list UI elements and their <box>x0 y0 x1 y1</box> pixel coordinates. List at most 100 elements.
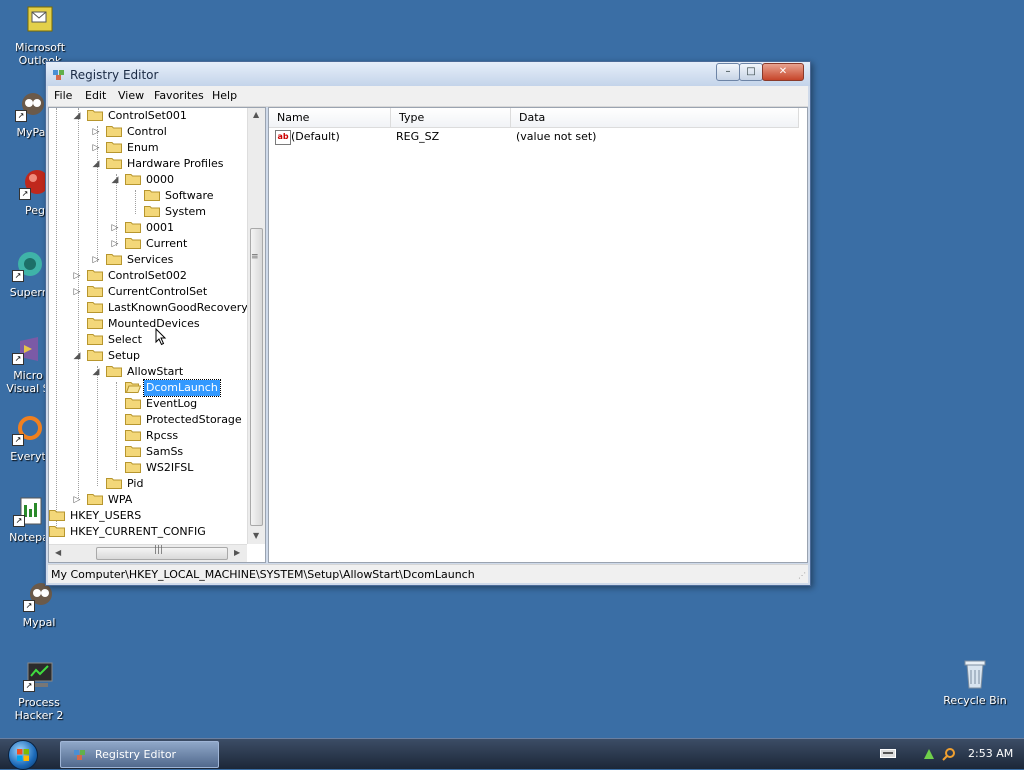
registry-editor-icon <box>53 70 64 80</box>
expander-icon[interactable]: ▷ <box>73 492 81 508</box>
expander-icon[interactable]: ◢ <box>92 364 100 380</box>
window-title: Registry Editor <box>70 68 159 82</box>
expander-icon[interactable]: ◢ <box>73 348 81 364</box>
expander-icon[interactable]: ◢ <box>92 156 100 172</box>
column-header-data[interactable]: Data <box>511 108 799 128</box>
maximize-button[interactable]: □ <box>739 63 763 81</box>
tree-node-label: Setup <box>108 349 141 362</box>
menu-help[interactable]: Help <box>212 89 237 102</box>
expander-icon[interactable]: ▷ <box>111 236 119 252</box>
desktop-icon-label: Recycle Bin <box>943 694 1007 707</box>
folder-icon <box>144 206 160 217</box>
tree-node-label: ControlSet001 <box>108 109 187 122</box>
close-button[interactable]: ✕ <box>762 63 804 81</box>
desktop-icon-microsoft-outlook[interactable]: Microsoft Outlook <box>2 5 78 67</box>
menu-file[interactable]: File <box>54 89 72 102</box>
shortcut-arrow-icon: ↗ <box>12 434 24 446</box>
tree-horizontal-scrollbar[interactable]: ◀ ||| ▶ <box>49 544 247 562</box>
shortcut-arrow-icon: ↗ <box>23 680 35 692</box>
values-list[interactable]: Name Type Data ab (Default) REG_SZ (valu… <box>268 107 808 563</box>
grip-icon: ≡ <box>251 252 259 262</box>
clock[interactable]: 2:53 AM <box>968 747 1013 760</box>
folder-icon <box>87 270 103 281</box>
registry-editor-window: Registry Editor – □ ✕ File Edit View Fav… <box>45 61 811 586</box>
tree-node-label: EventLog <box>146 397 198 410</box>
superr-icon: ↗ <box>12 250 44 282</box>
scroll-right-icon[interactable]: ▶ <box>234 548 240 557</box>
folder-icon <box>49 510 65 521</box>
taskbar-button-registry-editor[interactable]: Registry Editor <box>60 741 219 768</box>
scroll-left-icon[interactable]: ◀ <box>55 548 61 557</box>
menu-favorites[interactable]: Favorites <box>154 89 204 102</box>
tree-node-label-selected: DcomLaunch <box>143 379 221 397</box>
expander-icon[interactable]: ◢ <box>111 172 119 188</box>
expander-icon[interactable]: ▷ <box>111 220 119 236</box>
scroll-up-icon[interactable]: ▲ <box>253 110 259 119</box>
recycle-bin-icon <box>959 658 991 690</box>
tree-vertical-scrollbar[interactable]: ▲ ≡ ▼ <box>247 108 265 544</box>
minimize-button[interactable]: – <box>716 63 740 81</box>
tree-node-label: Hardware Profiles <box>127 157 224 170</box>
expander-icon[interactable]: ▷ <box>92 124 100 140</box>
value-type: REG_SZ <box>396 130 440 143</box>
process-hacker-icon: ↗ <box>23 660 55 692</box>
status-path: My Computer\HKEY_LOCAL_MACHINE\SYSTEM\Se… <box>51 568 475 581</box>
menu-view[interactable]: View <box>118 89 144 102</box>
column-header-name[interactable]: Name <box>269 108 391 128</box>
folder-icon <box>106 142 122 153</box>
folder-icon <box>125 398 141 409</box>
desktop-icon-recycle-bin[interactable]: Recycle Bin <box>937 658 1013 707</box>
tree-node-label: Pid <box>127 477 144 490</box>
desktop-icon-label: Mypal <box>22 616 56 629</box>
size-grip-icon[interactable]: ⋰ <box>798 571 806 580</box>
mypal-icon: ↗ <box>15 90 47 122</box>
scrollbar-thumb[interactable] <box>250 228 263 526</box>
folder-icon <box>87 286 103 297</box>
column-header-type[interactable]: Type <box>391 108 511 128</box>
folder-icon <box>87 302 103 313</box>
tree-node-label: Select <box>108 333 142 346</box>
value-name: (Default) <box>291 130 340 143</box>
folder-icon <box>125 222 141 233</box>
shortcut-arrow-icon: ↗ <box>19 188 31 200</box>
tree-node-label: WS2IFSL <box>146 461 194 474</box>
tree-node-label: HKEY_USERS <box>70 509 142 522</box>
folder-icon <box>125 238 141 249</box>
network-icon[interactable] <box>922 747 936 761</box>
tree-node-label: CurrentControlSet <box>108 285 208 298</box>
keyboard-icon[interactable] <box>880 747 896 759</box>
shortcut-arrow-icon: ↗ <box>12 353 24 365</box>
tree-node-label: SamSs <box>146 445 184 458</box>
tree-node-label: System <box>165 205 207 218</box>
expander-icon[interactable]: ▷ <box>73 284 81 300</box>
search-icon[interactable] <box>942 747 956 761</box>
tree-node-label: HKEY_CURRENT_CONFIG <box>70 525 206 538</box>
tree-node-label: LastKnownGoodRecovery <box>108 301 248 314</box>
string-value-icon: ab <box>275 130 291 145</box>
folder-icon <box>87 334 103 345</box>
desktop-icon-process-hacker[interactable]: ↗ Process Hacker 2 <box>1 660 77 722</box>
mouse-cursor-icon <box>155 328 167 346</box>
title-bar[interactable]: Registry Editor – □ ✕ <box>46 62 810 86</box>
folder-icon <box>87 494 103 505</box>
folder-icon <box>87 350 103 361</box>
expander-icon[interactable]: ▷ <box>92 252 100 268</box>
tree-node-label: WPA <box>108 493 133 506</box>
tree-node-label: Rpcss <box>146 429 179 442</box>
scroll-down-icon[interactable]: ▼ <box>253 531 259 540</box>
registry-tree[interactable]: ◢ ControlSet001 ▷ Control ▷ Enum ◢ Hardw… <box>48 107 266 563</box>
folder-icon <box>106 126 122 137</box>
expander-icon[interactable]: ▷ <box>73 268 81 284</box>
desktop-icon-mypal-2[interactable]: ↗ Mypal <box>1 580 77 629</box>
windows-logo-icon <box>17 749 29 761</box>
expander-icon[interactable]: ▷ <box>92 140 100 156</box>
folder-icon <box>106 366 122 377</box>
tree-node-label: Current <box>146 237 188 250</box>
start-button[interactable] <box>8 740 38 770</box>
table-row[interactable]: ab (Default) REG_SZ (value not set) <box>269 128 807 146</box>
expander-icon[interactable]: ◢ <box>73 108 81 124</box>
menu-edit[interactable]: Edit <box>85 89 106 102</box>
registry-editor-icon <box>74 750 85 760</box>
folder-icon <box>144 190 160 201</box>
folder-icon <box>106 158 122 169</box>
